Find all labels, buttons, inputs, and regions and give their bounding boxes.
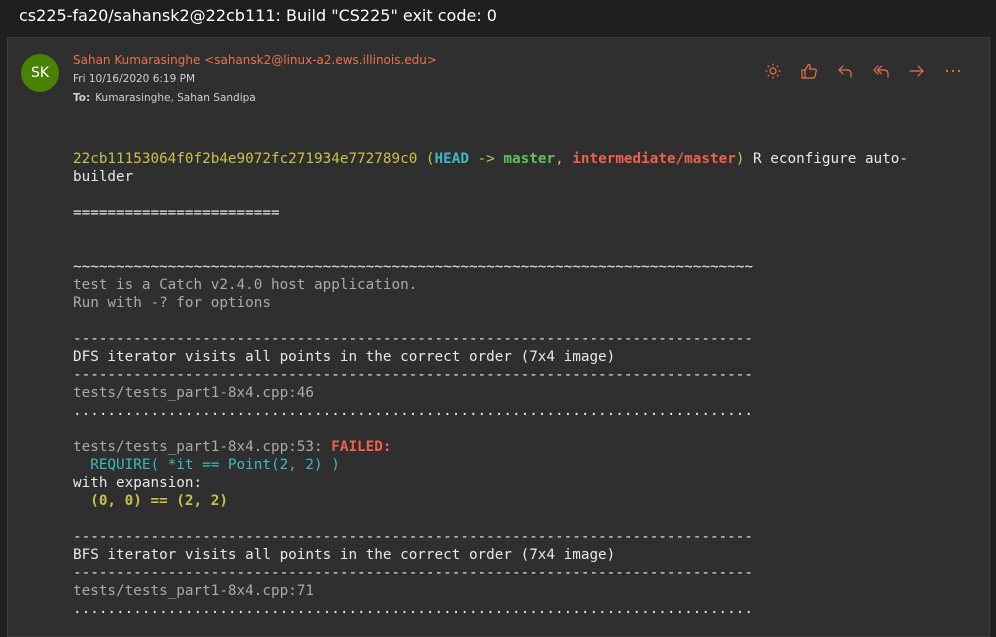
message-card: SK Sahan Kumarasinghe <sahansk2@linux-a2… — [7, 37, 990, 637]
more-button[interactable] — [935, 60, 971, 82]
dot-line: ........................................… — [73, 601, 753, 617]
reply-all-icon — [873, 65, 889, 78]
recipient[interactable]: Kumarasinghe, Sahan Sandipa — [95, 92, 256, 104]
failure-location: tests/tests_part1-8x4.cpp:53: — [73, 439, 332, 455]
avatar[interactable]: SK — [21, 54, 59, 92]
dash-line: ----------------------------------------… — [73, 529, 753, 545]
tilde-line: ~~~~~~~~~~~~~~~~~~~~~~~~~~~~~~~~~~~~~~~~… — [73, 259, 753, 275]
commit-hash: 22cb11153064f0f2b4e9072fc271934e772789c0 — [73, 151, 418, 167]
require-line: REQUIRE( *it == Point(2, 2) ) — [73, 457, 340, 473]
sender[interactable]: Sahan Kumarasinghe <sahansk2@linux-a2.ew… — [73, 53, 437, 67]
commit-message-cont: builder — [73, 169, 134, 185]
commit-message: R econfigure auto- — [744, 151, 908, 167]
forward-button[interactable] — [899, 60, 935, 82]
intermediate-ref: intermediate/master — [572, 151, 736, 167]
forward-icon — [909, 65, 924, 77]
dash-line: ----------------------------------------… — [73, 565, 753, 581]
test-location: tests/tests_part1-8x4.cpp:46 — [73, 385, 315, 401]
test-title: DFS iterator visits all points in the co… — [73, 349, 616, 365]
master-ref: master — [503, 151, 556, 167]
reply-button[interactable] — [827, 60, 863, 82]
catch-banner: test is a Catch v2.4.0 host application. — [73, 277, 418, 293]
reply-all-button[interactable] — [863, 60, 899, 82]
separator: ======================== — [73, 205, 280, 221]
to-label: To: — [73, 92, 91, 104]
failed-label: FAILED: — [331, 439, 392, 455]
window-title: cs225-fa20/sahansk2@22cb111: Build "CS22… — [0, 0, 996, 34]
recipient-line: To: Kumarasinghe, Sahan Sandipa — [73, 92, 256, 104]
dot-line: ........................................… — [73, 403, 753, 419]
catch-usage: Run with -? for options — [73, 295, 271, 311]
brightness-icon — [765, 63, 781, 79]
like-icon — [801, 63, 817, 79]
message-actions — [755, 60, 971, 82]
with-expansion: with expansion: — [73, 475, 203, 491]
reply-icon — [838, 65, 852, 78]
head-ref: HEAD — [434, 151, 469, 167]
message-date: Fri 10/16/2020 6:19 PM — [73, 73, 196, 85]
like-button[interactable] — [791, 60, 827, 82]
message-body: 22cb11153064f0f2b4e9072fc271934e772789c0… — [73, 150, 973, 618]
failure-line: tests/tests_part1-8x4.cpp:53: FAILED: — [73, 438, 973, 456]
test-location: tests/tests_part1-8x4.cpp:71 — [73, 583, 315, 599]
brightness-button[interactable] — [755, 60, 791, 82]
test-title: BFS iterator visits all points in the co… — [73, 547, 616, 563]
expansion-line: (0, 0) == (2, 2) — [73, 493, 228, 509]
more-icon — [945, 69, 961, 73]
commit-line: 22cb11153064f0f2b4e9072fc271934e772789c0… — [73, 151, 908, 167]
dash-line: ----------------------------------------… — [73, 331, 753, 347]
dash-line: ----------------------------------------… — [73, 367, 753, 383]
